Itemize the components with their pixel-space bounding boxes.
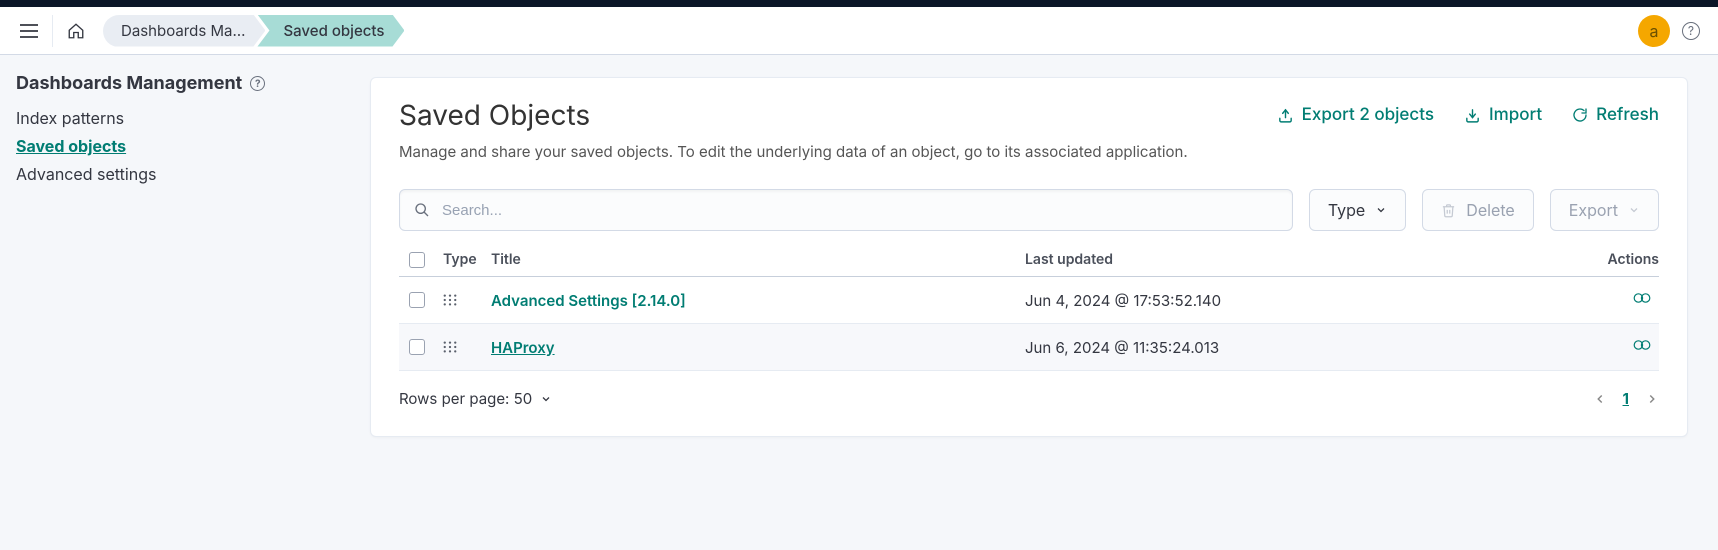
chevron-down-icon	[540, 393, 552, 405]
import-button[interactable]: Import	[1464, 105, 1542, 125]
rows-per-page-button[interactable]: Rows per page: 50	[399, 389, 552, 408]
help-icon[interactable]: ?	[250, 76, 265, 91]
import-icon	[1464, 107, 1481, 124]
type-config-icon	[443, 293, 491, 307]
sidebar-item-advanced-settings[interactable]: Advanced settings	[16, 164, 324, 184]
home-button[interactable]	[59, 14, 93, 48]
breadcrumb-item-active[interactable]: Saved objects	[257, 15, 404, 47]
chevron-right-icon	[1645, 392, 1659, 406]
help-button[interactable]: ?	[1682, 22, 1700, 40]
relationships-button[interactable]	[1633, 336, 1651, 354]
trash-icon	[1441, 203, 1456, 218]
page-subtitle: Manage and share your saved objects. To …	[399, 142, 1659, 161]
object-title-link[interactable]: Advanced Settings [2.14.0]	[491, 291, 686, 310]
last-updated-value: Jun 4, 2024 @ 17:53:52.140	[1025, 291, 1559, 310]
chevron-down-icon	[1375, 204, 1387, 216]
main-panel: Saved Objects Export 2 objects Import Re…	[370, 77, 1688, 437]
header-last-updated: Last updated	[1025, 251, 1559, 268]
refresh-label: Refresh	[1596, 105, 1659, 125]
refresh-icon	[1572, 107, 1588, 123]
export-icon	[1277, 107, 1294, 124]
export-objects-button[interactable]: Export 2 objects	[1277, 105, 1434, 125]
menu-toggle-button[interactable]	[12, 16, 46, 46]
next-page-button[interactable]	[1645, 392, 1659, 406]
sidebar-title: Dashboards Management ?	[16, 73, 324, 94]
prev-page-button[interactable]	[1593, 392, 1607, 406]
type-label: Type	[1328, 200, 1365, 220]
object-title-link[interactable]: HAProxy	[491, 338, 555, 357]
type-filter-button[interactable]: Type	[1309, 189, 1406, 231]
sidebar-item-index-patterns[interactable]: Index patterns	[16, 108, 324, 128]
chevron-left-icon	[1593, 392, 1607, 406]
relationships-button[interactable]	[1633, 289, 1651, 307]
delete-label: Delete	[1466, 200, 1514, 220]
breadcrumb-label: Saved objects	[283, 21, 384, 40]
top-bar: Dashboards Ma… Saved objects a ?	[0, 7, 1718, 55]
avatar[interactable]: a	[1638, 15, 1670, 47]
type-index-pattern-icon	[443, 340, 491, 354]
breadcrumb-item[interactable]: Dashboards Ma…	[103, 15, 265, 47]
page-number[interactable]: 1	[1623, 389, 1629, 408]
sidebar-nav: Index patterns Saved objects Advanced se…	[16, 108, 324, 184]
last-updated-value: Jun 6, 2024 @ 11:35:24.013	[1025, 338, 1559, 357]
search-box[interactable]	[399, 189, 1293, 231]
sidebar-title-text: Dashboards Management	[16, 73, 242, 94]
export-selected-label: Export	[1569, 200, 1618, 220]
header-actions: Actions	[1559, 251, 1659, 268]
delete-button: Delete	[1422, 189, 1533, 231]
sidebar: Dashboards Management ? Index patterns S…	[0, 55, 340, 459]
header-type: Type	[443, 251, 491, 268]
import-label: Import	[1489, 105, 1542, 125]
table-row: Advanced Settings [2.14.0] Jun 4, 2024 @…	[399, 277, 1659, 324]
table-row: HAProxy Jun 6, 2024 @ 11:35:24.013	[399, 324, 1659, 371]
refresh-button[interactable]: Refresh	[1572, 105, 1659, 125]
breadcrumbs: Dashboards Ma… Saved objects	[103, 15, 404, 47]
header-title: Title	[491, 251, 1025, 268]
chevron-down-icon	[1628, 204, 1640, 216]
search-input[interactable]	[440, 201, 1278, 220]
divider	[52, 15, 53, 47]
table-header: Type Title Last updated Actions	[399, 243, 1659, 277]
header-strip	[0, 0, 1718, 7]
select-all-checkbox[interactable]	[409, 252, 425, 268]
sidebar-item-saved-objects[interactable]: Saved objects	[16, 136, 324, 156]
breadcrumb-label: Dashboards Ma…	[121, 21, 245, 40]
export-selected-button: Export	[1550, 189, 1659, 231]
search-icon	[414, 202, 430, 218]
avatar-letter: a	[1650, 21, 1659, 41]
row-checkbox[interactable]	[409, 292, 425, 308]
row-checkbox[interactable]	[409, 339, 425, 355]
page-title: Saved Objects	[399, 98, 590, 132]
rows-per-page-label: Rows per page: 50	[399, 389, 532, 408]
export-objects-label: Export 2 objects	[1302, 105, 1434, 125]
objects-table: Type Title Last updated Actions Advanced…	[399, 243, 1659, 371]
